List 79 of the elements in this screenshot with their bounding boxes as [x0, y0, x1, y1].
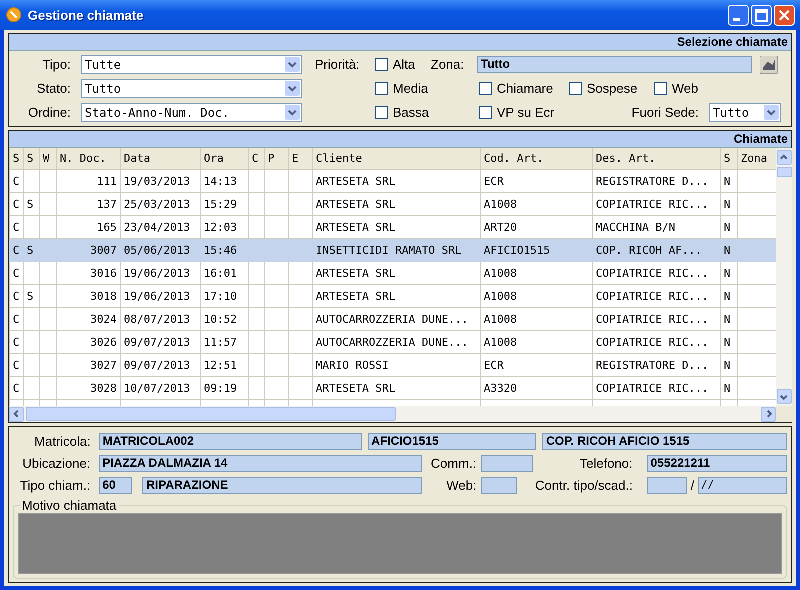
maximize-icon[interactable] [751, 4, 772, 26]
caret-icon[interactable] [285, 57, 300, 72]
lookup-icon[interactable] [760, 56, 778, 74]
group-label: Motivo chiamata [21, 498, 118, 513]
checkbox[interactable]: VP su Ecr [479, 105, 625, 120]
column-header[interactable]: W [40, 148, 56, 170]
column-header[interactable]: C [248, 148, 264, 170]
column-header[interactable]: Ora [200, 148, 248, 170]
field-label: Telefono: [578, 456, 633, 470]
column-header[interactable]: P [264, 148, 288, 170]
dropdown[interactable]: Tutte [81, 55, 302, 74]
column-header[interactable]: S [10, 148, 24, 170]
checkbox[interactable]: Sospese [569, 81, 654, 96]
field-label: Ordine: [27, 105, 71, 120]
panel-title: Selezione chiamate [677, 35, 788, 49]
app-icon [6, 7, 22, 23]
field-label: Tipo chiam.: [19, 478, 91, 492]
separator-text: / [690, 478, 694, 492]
table-row[interactable]: C 3026 09/07/2013 11:57 AUTOCARROZZERIA DUNE... A1008 COPIATRICE RIC... N [10, 330, 776, 354]
table-row[interactable]: C S 3007 05/06/2013 15:46 INSETTICIDI RAMATO SRL AFICIO1515 COP. RICOH AF... N [10, 238, 776, 262]
panel-title: Chiamate [734, 132, 788, 146]
close-icon[interactable] [774, 4, 795, 26]
web-field [480, 476, 517, 494]
caret-icon[interactable] [285, 105, 300, 120]
checkbox[interactable]: Bassa [375, 105, 479, 120]
table-row[interactable]: C 3027 09/07/2013 12:51 MARIO ROSSI ECR REGISTRATORE D... N [10, 354, 776, 376]
column-header[interactable]: Cod. Art. [480, 148, 592, 170]
dropdown[interactable]: Stato-Anno-Num. Doc. [81, 103, 302, 122]
window-title: Gestione chiamate [28, 8, 145, 22]
table-row[interactable]: C 3024 08/07/2013 10:52 AUTOCARROZZERIA DUNE... A1008 COPIATRICE RIC... N [10, 308, 776, 330]
field-label: Contr. tipo/scad.: [534, 478, 633, 492]
type-field: RIPARAZIONE [142, 476, 422, 494]
dropdown[interactable]: Tutto [709, 103, 781, 122]
location-field: PIAZZA DALMAZIA 14 [98, 454, 422, 472]
checkbox[interactable]: Media [375, 81, 479, 96]
field-label: Comm.: [430, 456, 477, 470]
table-row[interactable]: C S 3018 19/06/2013 17:10 ARTESETA SRL A1008 COPIATRICE RIC... N [10, 284, 776, 308]
phone-field: 055221211 [646, 454, 788, 472]
checkbox[interactable]: Web [654, 81, 698, 96]
field-label: Zona: [431, 57, 466, 72]
horizontal-scrollbar[interactable] [9, 406, 776, 422]
field-label: Web: [446, 478, 477, 492]
column-header[interactable]: Data [120, 148, 200, 170]
description-field: COP. RICOH AFICIO 1515 [542, 432, 787, 450]
field-label: Tipo: [42, 57, 71, 72]
comm-field [480, 454, 534, 472]
column-header[interactable]: Des. Art. [592, 148, 720, 170]
table-row[interactable]: C 3016 19/06/2013 16:01 ARTESETA SRL A1008 COPIATRICE RIC... N [10, 262, 776, 284]
field-label: Fuori Sede: [630, 105, 699, 120]
minimize-icon[interactable] [728, 4, 749, 26]
column-header[interactable]: Cliente [312, 148, 480, 170]
table-row[interactable]: C S 137 25/03/2013 15:29 ARTESETA SRL A1008 COPIATRICE RIC... N [10, 192, 776, 216]
table-row[interactable]: C 111 19/03/2013 14:13 ARTESETA SRL ECR REGISTRATORE D... N [10, 170, 776, 192]
dropdown[interactable]: Tutto [81, 79, 302, 98]
scroll-left-icon[interactable] [12, 409, 22, 419]
vertical-scrollbar[interactable] [776, 148, 792, 422]
model-field: AFICIO1515 [368, 432, 536, 450]
field-label: Stato: [36, 81, 71, 96]
column-header[interactable]: S [720, 148, 738, 170]
scroll-thumb[interactable] [776, 167, 792, 177]
column-header[interactable]: N. Doc. [56, 148, 120, 170]
serial-field: MATRICOLA002 [98, 432, 362, 450]
expiry-field: / / [698, 476, 788, 494]
scroll-thumb[interactable] [26, 407, 396, 421]
column-header[interactable]: S [24, 148, 40, 170]
scroll-up-icon[interactable] [779, 152, 789, 162]
caret-icon[interactable] [764, 105, 779, 120]
column-header[interactable]: Zona [738, 148, 776, 170]
checkbox[interactable]: Chiamare [479, 81, 569, 96]
contract-type-field [646, 476, 687, 494]
table-row[interactable]: C 3028 10/07/2013 09:19 ARTESETA SRL A3320 COPIATRICE RIC... N [10, 376, 776, 400]
column-header[interactable]: E [288, 148, 312, 170]
field-label: Ubicazione: [22, 456, 91, 470]
table-row[interactable]: C 165 23/04/2013 12:03 ARTESETA SRL ART20 MACCHINA B/N N [10, 216, 776, 238]
caret-icon[interactable] [285, 81, 300, 96]
zone-field[interactable]: Tutto [477, 56, 752, 73]
type-code-field: 60 [98, 476, 132, 494]
field-label: Matricola: [34, 434, 91, 448]
field-label: Priorità: [315, 57, 361, 72]
